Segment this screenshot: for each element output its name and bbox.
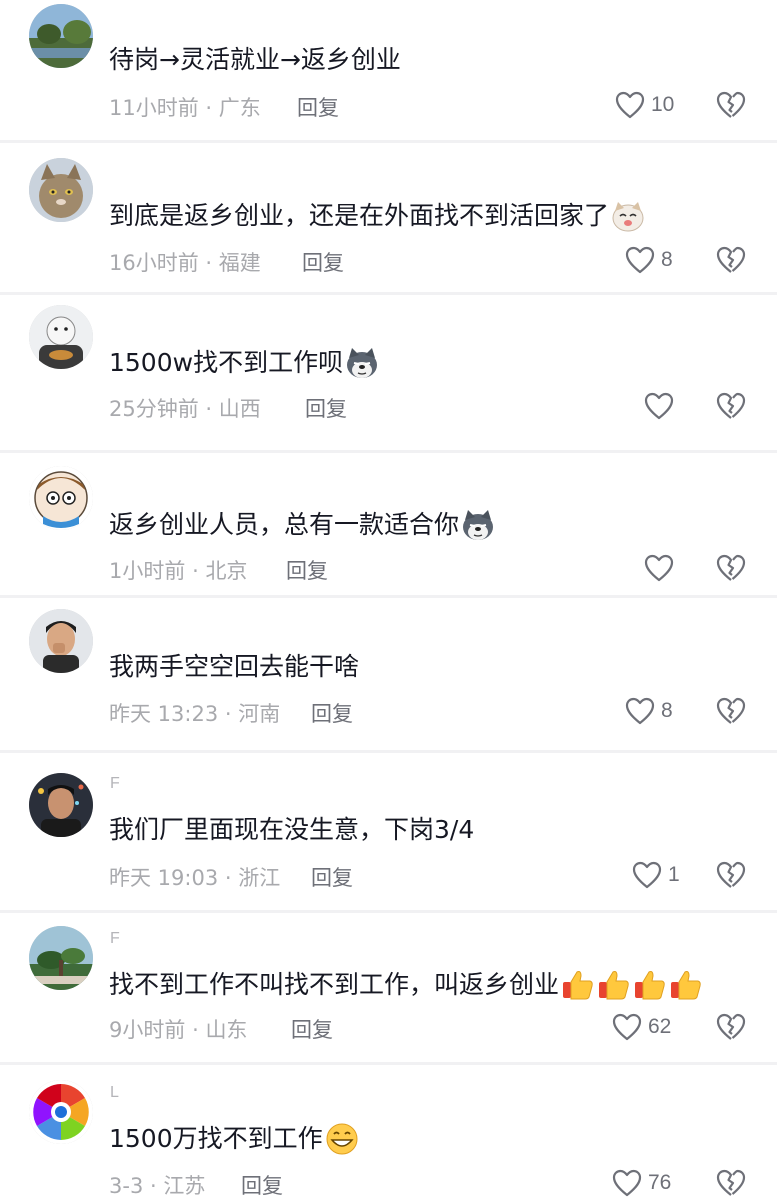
avatar[interactable]	[29, 926, 93, 990]
separator	[0, 910, 777, 913]
dislike-button[interactable]	[716, 1169, 746, 1197]
separator	[0, 140, 777, 143]
thumbs-up-emoji	[633, 968, 667, 1002]
reply-button[interactable]: 回复	[305, 393, 347, 423]
like-count: 10	[651, 93, 675, 116]
comment-meta: 9小时前 · 山东	[109, 1018, 248, 1042]
separator	[0, 750, 777, 753]
comment-text: 1500w找不到工作呗	[109, 346, 379, 380]
reply-button[interactable]: 回复	[302, 247, 344, 277]
broken-heart-icon	[716, 861, 746, 888]
separator	[0, 450, 777, 453]
thumbs-up-emoji	[561, 968, 595, 1002]
thumbs-up-emoji	[669, 968, 703, 1002]
like-count: 76	[648, 1171, 672, 1194]
like-button[interactable]: 76	[612, 1168, 671, 1198]
comment-text: 返乡创业人员，总有一款适合你	[109, 508, 495, 542]
comment-meta: 16小时前 · 福建	[109, 251, 261, 275]
reply-button[interactable]: 回复	[311, 862, 353, 892]
dislike-button[interactable]	[716, 861, 746, 889]
dislike-button[interactable]	[716, 246, 746, 274]
like-count: 62	[648, 1015, 672, 1038]
username[interactable]: F	[110, 930, 121, 948]
like-count: 8	[661, 248, 673, 271]
avatar[interactable]	[29, 1080, 93, 1144]
comment-text: 找不到工作不叫找不到工作，叫返乡创业	[109, 968, 703, 1002]
broken-heart-icon	[716, 1013, 746, 1040]
like-count: 1	[668, 863, 680, 886]
avatar[interactable]	[29, 4, 93, 68]
broken-heart-icon	[716, 1169, 746, 1196]
avatar[interactable]	[29, 158, 93, 222]
dislike-button[interactable]	[716, 1013, 746, 1041]
heart-icon	[632, 861, 662, 889]
comment-text: 我们厂里面现在没生意，下岗3/4	[109, 815, 475, 844]
reply-button[interactable]: 回复	[311, 698, 353, 728]
comment-text: 到底是返乡创业，还是在外面找不到活回家了	[109, 199, 645, 233]
broken-heart-icon	[716, 697, 746, 724]
comment-meta: 11小时前 · 广东	[109, 96, 261, 120]
heart-icon	[612, 1013, 642, 1041]
reply-button[interactable]: 回复	[241, 1170, 283, 1200]
comment-meta: 昨天 19:03 · 浙江	[109, 866, 281, 890]
reply-button[interactable]: 回复	[291, 1014, 333, 1044]
username[interactable]: L	[110, 1084, 120, 1102]
avatar[interactable]	[29, 773, 93, 837]
heart-icon	[644, 554, 674, 582]
heart-icon	[615, 91, 645, 119]
like-button[interactable]: 62	[612, 1012, 671, 1042]
avatar[interactable]	[29, 466, 93, 530]
separator	[0, 595, 777, 598]
broken-heart-icon	[716, 554, 746, 581]
comment-meta: 昨天 13:23 · 河南	[109, 702, 281, 726]
comment-text: 待岗→灵活就业→返乡创业	[109, 45, 401, 74]
separator	[0, 1062, 777, 1065]
heart-icon	[612, 1169, 642, 1197]
broken-heart-icon	[716, 246, 746, 273]
cat-face-emoji	[611, 199, 645, 233]
username[interactable]: F	[110, 775, 121, 793]
grin-face-emoji	[325, 1122, 359, 1156]
comment-text: 我两手空空回去能干啥	[109, 652, 360, 681]
dislike-button[interactable]	[716, 392, 746, 420]
heart-icon	[625, 697, 655, 725]
like-button[interactable]	[644, 391, 680, 421]
husky-face-emoji	[345, 346, 379, 380]
broken-heart-icon	[716, 91, 746, 118]
reply-button[interactable]: 回复	[286, 555, 328, 585]
dislike-button[interactable]	[716, 554, 746, 582]
dislike-button[interactable]	[716, 697, 746, 725]
comment-meta: 3-3 · 江苏	[109, 1174, 206, 1198]
avatar[interactable]	[29, 305, 93, 369]
like-button[interactable]	[644, 553, 680, 583]
comment-meta: 1小时前 · 北京	[109, 559, 248, 583]
heart-icon	[644, 392, 674, 420]
husky-face-emoji	[461, 508, 495, 542]
like-button[interactable]: 1	[632, 860, 680, 890]
comment-meta: 25分钟前 · 山西	[109, 397, 261, 421]
avatar[interactable]	[29, 609, 93, 673]
separator	[0, 292, 777, 295]
dislike-button[interactable]	[716, 91, 746, 119]
like-count: 8	[661, 699, 673, 722]
heart-icon	[625, 246, 655, 274]
broken-heart-icon	[716, 392, 746, 419]
comment-text: 1500万找不到工作	[109, 1122, 359, 1156]
thumbs-up-emoji	[597, 968, 631, 1002]
like-button[interactable]: 8	[625, 245, 673, 275]
reply-button[interactable]: 回复	[297, 92, 339, 122]
like-button[interactable]: 10	[615, 90, 674, 120]
like-button[interactable]: 8	[625, 696, 673, 726]
